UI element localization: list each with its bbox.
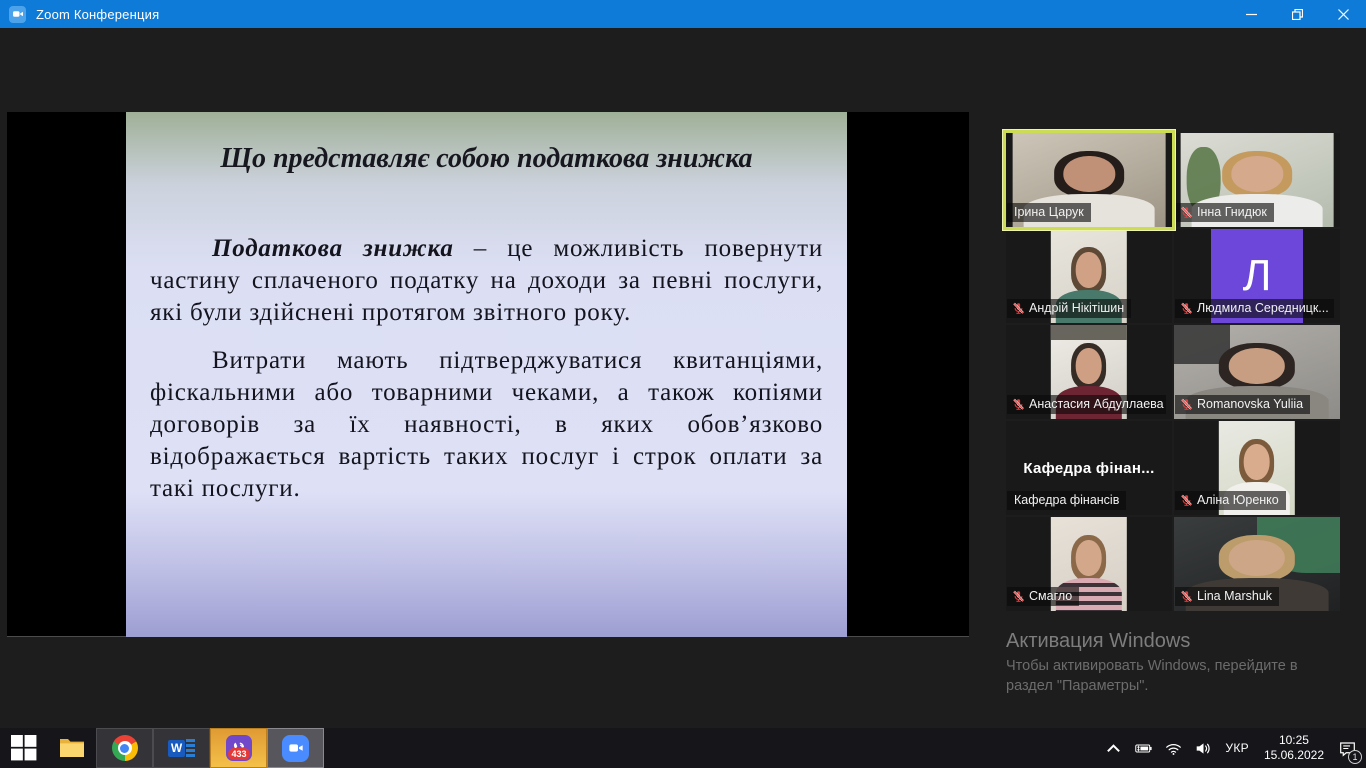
slide-title: Що представляє собою податкова знижка <box>126 143 847 175</box>
participant-tile[interactable]: ЛЛюдмила Середницк... <box>1174 229 1340 323</box>
windows-taskbar: W 433 УКР <box>0 728 1366 768</box>
slide-paragraph-1: Податкова знижка – це можливість поверну… <box>150 233 823 329</box>
clock-time: 10:25 <box>1279 733 1309 748</box>
participant-tile[interactable]: Lina Marshuk <box>1174 517 1340 611</box>
participant-name: Андрій Нікітішин <box>1029 301 1124 315</box>
participant-name: Анастасия Абдуллаева <box>1029 397 1164 411</box>
participant-name: Кафедра фінансів <box>1014 493 1119 507</box>
language-indicator[interactable]: УКР <box>1222 728 1252 768</box>
volume-icon[interactable] <box>1192 728 1215 768</box>
activation-title: Активация Windows <box>1006 630 1346 653</box>
participant-name: Lina Marshuk <box>1197 589 1272 603</box>
participant-name-label: Смагло <box>1007 587 1079 606</box>
participant-name-label: Romanovska Yuliia <box>1175 395 1310 414</box>
folder-icon <box>59 735 85 761</box>
participant-tile[interactable]: Анастасия Абдуллаева <box>1006 325 1172 419</box>
mic-off-icon <box>1180 590 1193 603</box>
hidden-icons-button[interactable] <box>1102 728 1125 768</box>
avatar-letter: Л <box>1243 251 1272 301</box>
meeting-content-area: Що представляє собою податкова знижка По… <box>0 28 1366 728</box>
system-tray: УКР 10:25 15.06.2022 1 <box>1102 728 1366 768</box>
word-icon: W <box>168 737 195 759</box>
restore-button[interactable] <box>1274 0 1320 28</box>
video-background-detail <box>1051 325 1127 340</box>
participant-name-label: Lina Marshuk <box>1175 587 1279 606</box>
start-button[interactable] <box>0 728 48 768</box>
participant-tile[interactable]: Аліна Юренко <box>1174 421 1340 515</box>
mic-off-icon <box>1180 494 1193 507</box>
participant-name: Людмила Середницк... <box>1197 301 1329 315</box>
chrome-icon <box>112 735 138 761</box>
viber-icon: 433 <box>226 735 252 761</box>
wifi-icon[interactable] <box>1162 728 1185 768</box>
video-panel: Ірина Царук Інна Гнидюк Андрій Нікітішин ЛЛ… <box>1006 133 1340 611</box>
word-button[interactable]: W <box>153 728 210 768</box>
clock-date: 15.06.2022 <box>1264 748 1324 763</box>
minimize-button[interactable] <box>1228 0 1274 28</box>
participant-name: Смагло <box>1029 589 1072 603</box>
shared-screen-stage: Що представляє собою податкова знижка По… <box>7 112 969 637</box>
participant-name: Romanovska Yuliia <box>1197 397 1303 411</box>
file-explorer-button[interactable] <box>48 728 96 768</box>
participant-tile[interactable]: Romanovska Yuliia <box>1174 325 1340 419</box>
mic-off-icon <box>1012 302 1025 315</box>
participant-tile[interactable]: Інна Гнидюк <box>1174 133 1340 227</box>
participant-name: Аліна Юренко <box>1197 493 1279 507</box>
windows-activation-watermark: Активация Windows Чтобы активировать Win… <box>1006 630 1346 696</box>
participant-tile[interactable]: Смагло <box>1006 517 1172 611</box>
battery-icon[interactable] <box>1132 728 1155 768</box>
activation-line1: Чтобы активировать Windows, перейдите в <box>1006 656 1346 676</box>
zoom-taskbar-button[interactable] <box>267 728 324 768</box>
zoom-app-icon <box>9 6 26 23</box>
participant-name-label: Інна Гнидюк <box>1175 203 1274 222</box>
participant-name: Ірина Царук <box>1014 205 1084 219</box>
activation-line2: раздел "Параметры". <box>1006 676 1346 696</box>
participant-tile[interactable]: Кафедра фінан...Кафедра фінансів <box>1006 421 1172 515</box>
mic-off-icon <box>1180 398 1193 411</box>
chrome-button[interactable] <box>96 728 153 768</box>
participant-name-label: Аліна Юренко <box>1175 491 1286 510</box>
zoom-icon <box>282 735 309 762</box>
participant-tile[interactable]: Ірина Царук <box>1006 133 1172 227</box>
presentation-slide: Що представляє собою податкова знижка По… <box>126 112 847 637</box>
participant-name-label: Анастасия Абдуллаева <box>1007 395 1166 414</box>
participant-name-label: Кафедра фінансів <box>1007 491 1126 510</box>
taskbar-clock[interactable]: 10:25 15.06.2022 <box>1259 733 1329 763</box>
participant-name-label: Андрій Нікітішин <box>1007 299 1131 318</box>
mic-off-icon <box>1180 206 1193 219</box>
slide-term: Податкова знижка <box>212 235 454 262</box>
close-button[interactable] <box>1320 0 1366 28</box>
window-title: Zoom Конференция <box>36 7 159 22</box>
mic-off-icon <box>1012 398 1025 411</box>
participant-tile[interactable]: Андрій Нікітішин <box>1006 229 1172 323</box>
participant-name-label: Ірина Царук <box>1007 203 1091 222</box>
mic-off-icon <box>1012 590 1025 603</box>
participant-name: Інна Гнидюк <box>1197 205 1267 219</box>
window-titlebar[interactable]: Zoom Конференция <box>0 0 1366 28</box>
notification-count-badge: 1 <box>1348 750 1362 764</box>
slide-body: Податкова знижка – це можливість поверну… <box>150 233 823 505</box>
slide-paragraph-2: Витрати мають підтверджуватися квитанція… <box>150 345 823 505</box>
viber-unread-badge: 433 <box>228 748 249 760</box>
participant-name-label: Людмила Середницк... <box>1175 299 1334 318</box>
mic-off-icon <box>1180 302 1193 315</box>
action-center-button[interactable]: 1 <box>1336 728 1362 768</box>
viber-button[interactable]: 433 <box>210 728 267 768</box>
